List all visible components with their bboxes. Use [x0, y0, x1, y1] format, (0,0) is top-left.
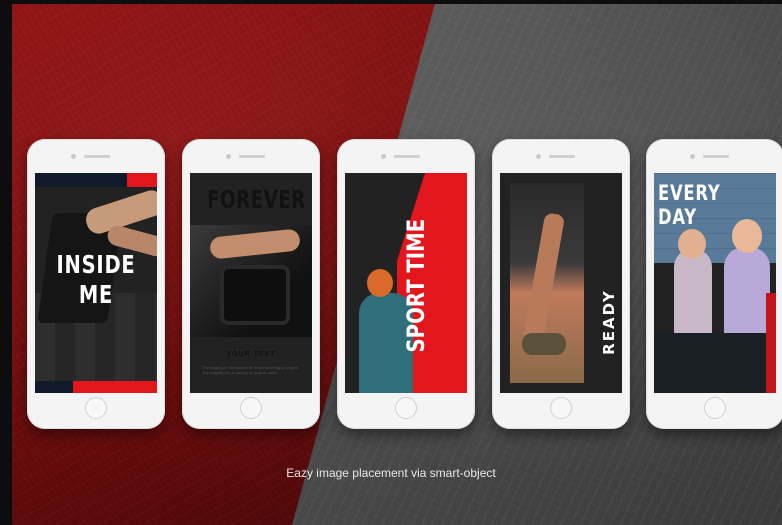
slide-title-line1: EVERY	[658, 181, 721, 205]
red-accent-bar	[73, 381, 157, 393]
camera-dot	[71, 154, 76, 159]
phone-mockup-2: FOREVER YOUR TEXT The tragedy in life do…	[182, 139, 320, 429]
home-button	[395, 397, 417, 419]
leg-photo	[522, 212, 566, 344]
slide-title: FOREVER	[207, 185, 306, 214]
slide-title-line2: ME	[78, 280, 114, 309]
showcase-canvas: INSIDE ME FOREVER YOUR TEXT The tragedy …	[0, 0, 782, 525]
phone-mockup-4: READY	[492, 139, 630, 429]
top-border	[0, 0, 782, 4]
shoe-photo	[522, 333, 566, 355]
slide-title-line2: DAY	[658, 205, 697, 229]
slide-title: READY	[600, 289, 618, 355]
camera-dot	[690, 154, 695, 159]
slide-title: SPORT TIME	[402, 218, 430, 353]
camera-dot	[536, 154, 541, 159]
cyclist-photo	[674, 249, 712, 339]
navy-bar	[35, 381, 73, 393]
story-slide-inside-me[interactable]: INSIDE ME	[35, 173, 157, 393]
camera-dot	[381, 154, 386, 159]
speaker-slot	[84, 155, 110, 158]
speaker-slot	[239, 155, 265, 158]
speaker-slot	[549, 155, 575, 158]
speaker-slot	[394, 155, 420, 158]
machine-photo	[220, 265, 290, 325]
story-slide-every-day[interactable]: EVERY DAY	[654, 173, 776, 393]
home-button	[704, 397, 726, 419]
cyclist-head-photo	[732, 219, 762, 253]
phone-mockup-1: INSIDE ME	[27, 139, 165, 429]
slide-title: EVERY DAY	[658, 181, 736, 229]
story-slide-sport-time[interactable]: SPORT TIME	[345, 173, 467, 393]
cyclist-photo	[724, 247, 770, 347]
phone-mockup-3: SPORT TIME	[337, 139, 475, 429]
legs-photo	[510, 183, 584, 383]
spin-bike-photo	[654, 333, 776, 393]
left-border	[0, 0, 12, 525]
red-accent-bar	[127, 173, 157, 187]
hands-photo	[209, 228, 301, 260]
red-accent-bar	[766, 293, 776, 393]
caption-text: Eazy image placement via smart-object	[286, 466, 496, 480]
orange-cap-photo	[367, 269, 393, 297]
camera-dot	[226, 154, 231, 159]
speaker-slot	[703, 155, 729, 158]
story-slide-forever[interactable]: FOREVER YOUR TEXT The tragedy in life do…	[190, 173, 312, 393]
story-slide-ready[interactable]: READY	[500, 173, 622, 393]
slide-subtitle: YOUR TEXT	[226, 351, 276, 358]
cyclist-head-photo	[678, 229, 706, 259]
slide-body-text: The tragedy in life doesn't lie in not r…	[202, 365, 299, 375]
slide-title-line1: INSIDE	[56, 250, 136, 279]
home-button	[240, 397, 262, 419]
home-button	[550, 397, 572, 419]
rowing-photo	[190, 225, 312, 337]
phone-mockup-5: EVERY DAY	[646, 139, 782, 429]
home-button	[85, 397, 107, 419]
